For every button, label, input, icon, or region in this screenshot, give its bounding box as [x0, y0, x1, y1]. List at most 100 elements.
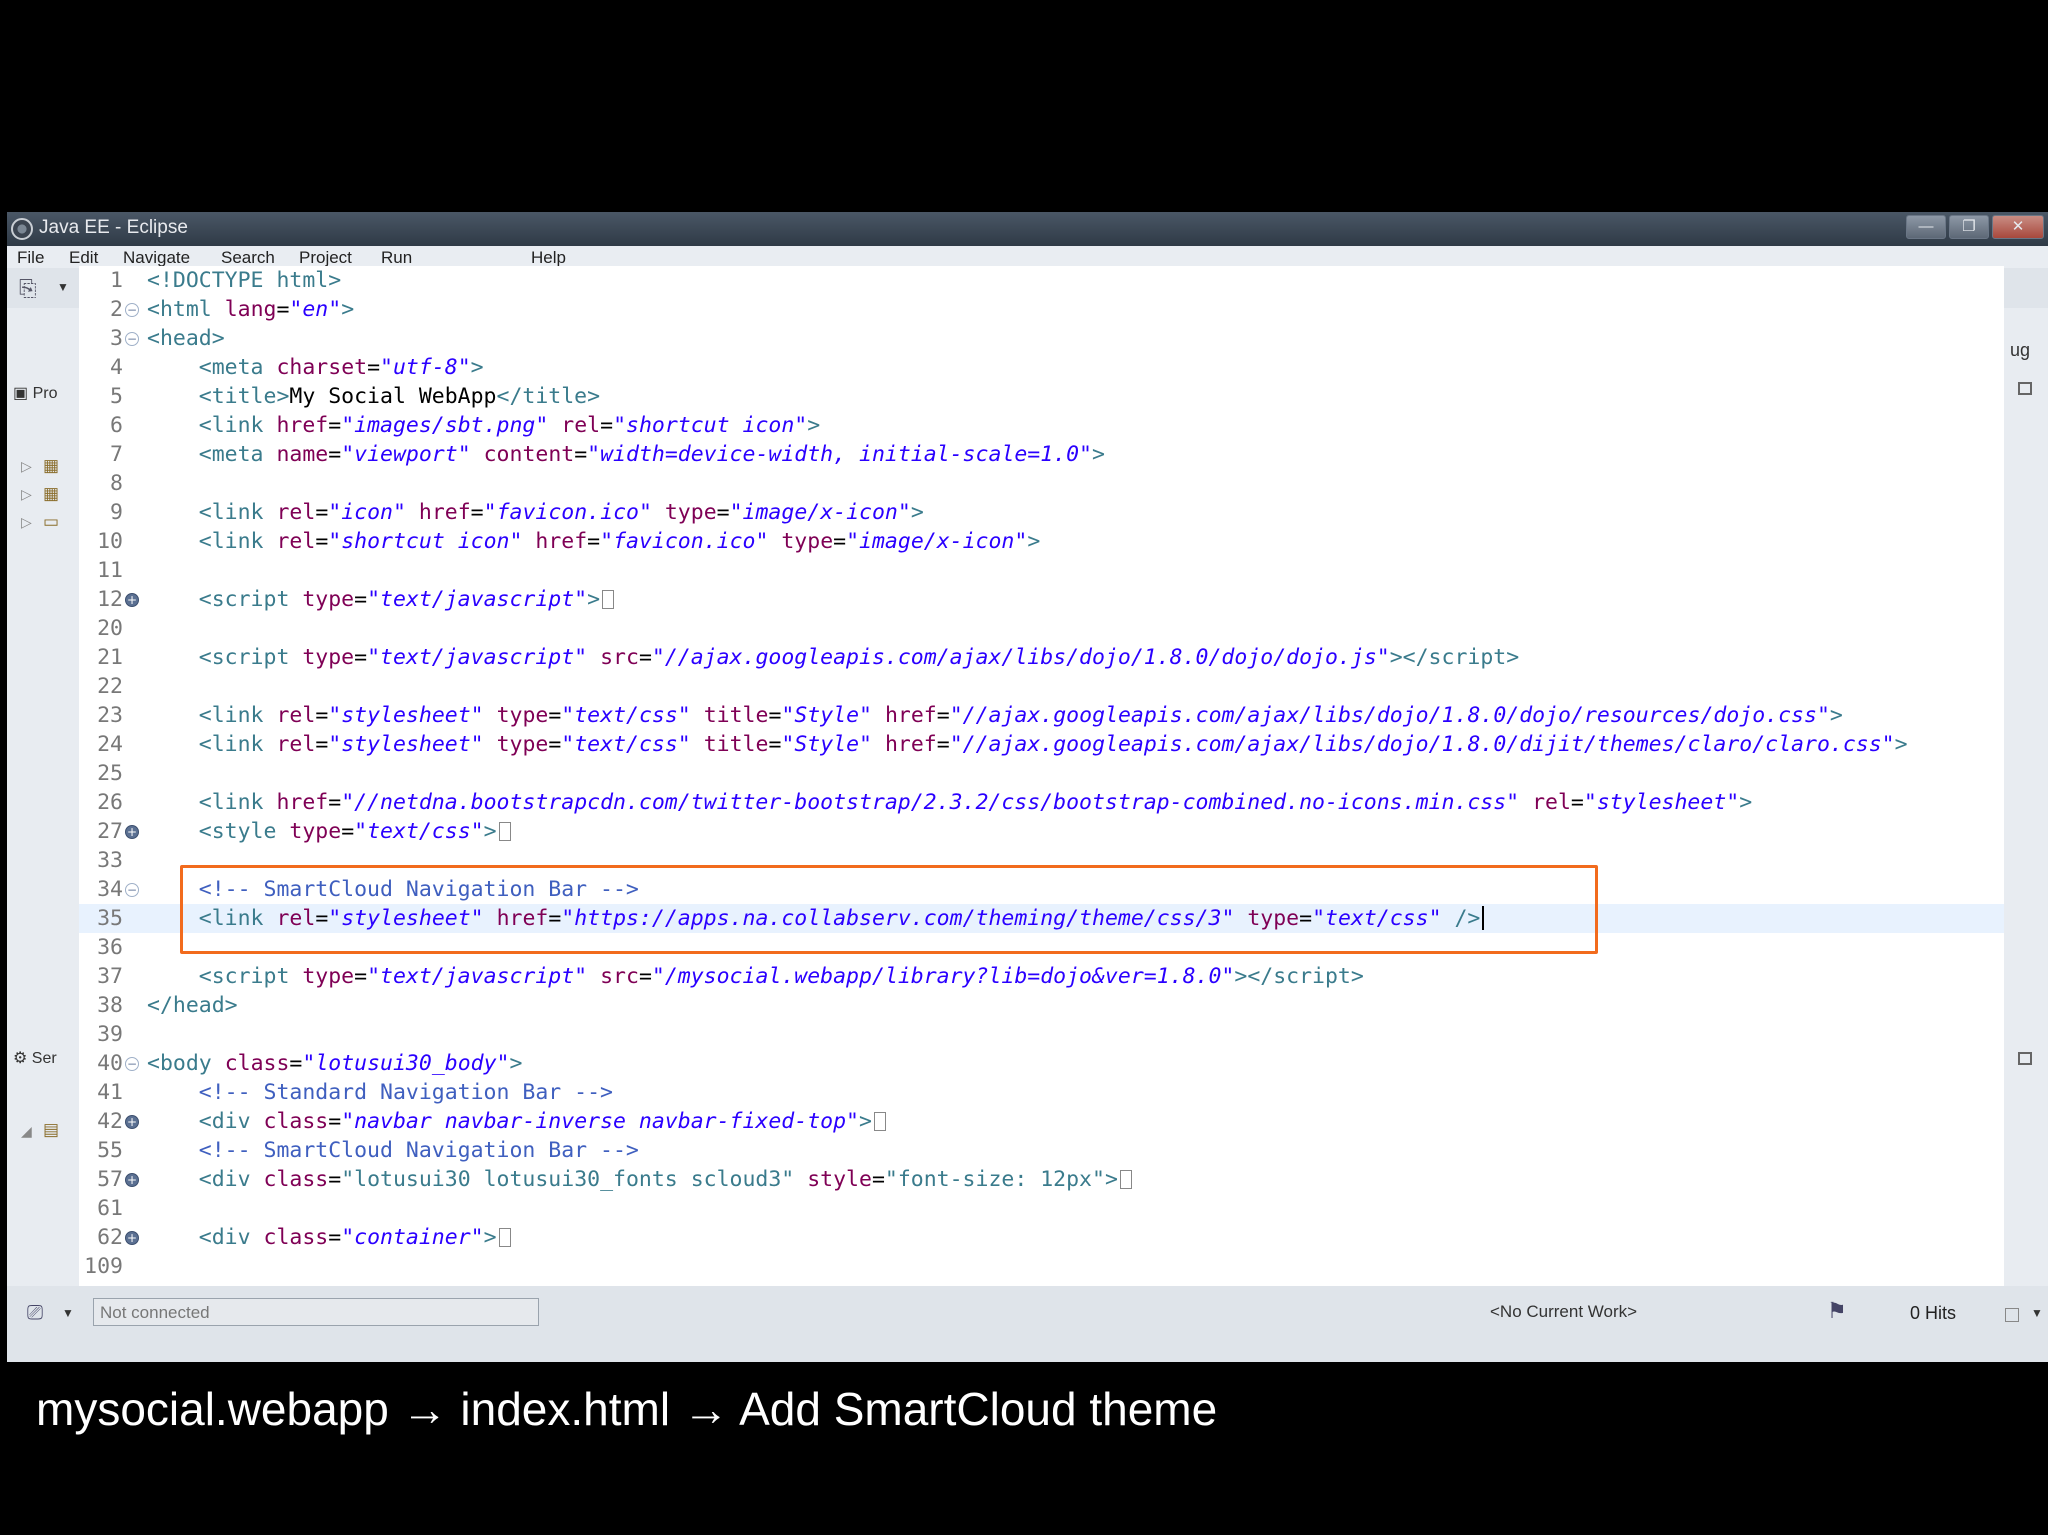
connection-icon[interactable]: ⎚: [27, 1302, 43, 1325]
line-number: 9: [110, 500, 123, 525]
expand-fold-icon[interactable]: +: [125, 825, 139, 839]
folded-code-icon[interactable]: [498, 822, 511, 841]
minimize-button[interactable]: —: [1906, 215, 1946, 239]
code-line[interactable]: 5 <title>My Social WebApp</title>: [79, 382, 2004, 411]
code-line[interactable]: 8: [79, 469, 2004, 498]
code-line[interactable]: 9 <link rel="icon" href="favicon.ico" ty…: [79, 498, 2004, 527]
code-text: <div class="navbar navbar-inverse navbar…: [147, 1107, 886, 1136]
code-line[interactable]: 3− <head>: [79, 324, 2004, 353]
code-line[interactable]: 41 <!-- Standard Navigation Bar -->: [79, 1078, 2004, 1107]
code-line[interactable]: 26 <link href="//netdna.bootstrapcdn.com…: [79, 788, 2004, 817]
line-number: 7: [110, 442, 123, 467]
code-line[interactable]: 42 + <div class="navbar navbar-inverse na…: [79, 1107, 2004, 1136]
menu-run[interactable]: Run: [381, 248, 412, 268]
maximize-button[interactable]: ❐: [1949, 215, 1989, 239]
tree-expand-icon[interactable]: ▷: [21, 514, 32, 531]
code-line[interactable]: 27 + <style type="text/css">: [79, 817, 2004, 846]
folded-code-icon[interactable]: [498, 1228, 511, 1247]
code-text: <link rel="stylesheet" type="text/css" t…: [198, 732, 1908, 757]
menu-project[interactable]: Project: [299, 248, 352, 268]
servers-tab[interactable]: ⚙ Ser: [13, 1048, 57, 1068]
new-file-icon[interactable]: ⎘: [19, 276, 37, 302]
task-icon[interactable]: ⚑: [1827, 1298, 1847, 1324]
restore-view-icon[interactable]: [2018, 1052, 2032, 1065]
chevron-down-icon[interactable]: ▼: [57, 280, 69, 294]
code-line[interactable]: 2− <html lang="en">: [79, 295, 2004, 324]
menu-edit[interactable]: Edit: [69, 248, 98, 268]
line-number: 5: [110, 384, 123, 409]
code-line[interactable]: 25: [79, 759, 2004, 788]
folded-code-icon[interactable]: [602, 590, 615, 609]
line-number: 27: [97, 819, 123, 844]
code-line[interactable]: 39: [79, 1020, 2004, 1049]
code-line[interactable]: 12 + <script type="text/javascript">: [79, 585, 2004, 614]
code-line[interactable]: 21 <script type="text/javascript" src="/…: [79, 643, 2004, 672]
collapse-fold-icon[interactable]: −: [125, 883, 139, 897]
expand-fold-icon[interactable]: +: [125, 1173, 139, 1187]
left-panel: ▣ Pro ▷ ▦ ▷ ▦ ▷ ▭ ⚙ Ser ◢ ▤: [7, 308, 79, 1298]
code-line[interactable]: 20: [79, 614, 2004, 643]
code-line[interactable]: 23 <link rel="stylesheet" type="text/css…: [79, 701, 2004, 730]
code-line[interactable]: 1 <!DOCTYPE html>: [79, 266, 2004, 295]
line-number: 11: [97, 558, 123, 583]
close-button[interactable]: ✕: [1992, 215, 2044, 239]
tree-expand-icon[interactable]: ◢: [21, 1123, 32, 1140]
code-line[interactable]: 55 <!-- SmartCloud Navigation Bar -->: [79, 1136, 2004, 1165]
expand-fold-icon[interactable]: +: [125, 1115, 139, 1129]
code-text: <link rel="shortcut icon" href="favicon.…: [198, 529, 1041, 554]
checkbox-icon[interactable]: [2005, 1308, 2019, 1322]
code-line[interactable]: 7 <meta name="viewport" content="width=d…: [79, 440, 2004, 469]
collapse-fold-icon[interactable]: −: [125, 1057, 139, 1071]
code-text: <body class="lotusui30_body">: [147, 1051, 523, 1076]
line-number: 42: [97, 1109, 123, 1134]
code-line[interactable]: 11: [79, 556, 2004, 585]
right-panel-tab[interactable]: ug: [2010, 340, 2030, 361]
code-text: <link href="//netdna.bootstrapcdn.com/tw…: [198, 790, 1753, 815]
expand-fold-icon[interactable]: +: [125, 593, 139, 607]
chevron-down-icon[interactable]: ▼: [62, 1306, 74, 1320]
line-number: 4: [110, 355, 123, 380]
code-line[interactable]: 37 <script type="text/javascript" src="/…: [79, 962, 2004, 991]
code-editor[interactable]: 1 <!DOCTYPE html> 2− <html lang="en"> 3− <hea…: [79, 266, 2004, 1286]
collapse-fold-icon[interactable]: −: [125, 332, 139, 346]
title-bar: Java EE - Eclipse — ❐ ✕: [7, 212, 2048, 246]
menu-navigate[interactable]: Navigate: [123, 248, 190, 268]
project-explorer-tab[interactable]: ▣ Pro: [13, 383, 57, 403]
code-line[interactable]: 61: [79, 1194, 2004, 1223]
menu-help[interactable]: Help: [531, 248, 566, 268]
code-line[interactable]: 24 <link rel="stylesheet" type="text/css…: [79, 730, 2004, 759]
window-title: Java EE - Eclipse: [39, 217, 188, 238]
folded-code-icon[interactable]: [1119, 1170, 1132, 1189]
code-line[interactable]: 57 + <div class="lotusui30 lotusui30_font…: [79, 1165, 2004, 1194]
folded-code-icon[interactable]: [873, 1112, 886, 1131]
code-text: <link rel="icon" href="favicon.ico" type…: [198, 500, 924, 525]
code-text: <script type="text/javascript" src="//aj…: [198, 645, 1520, 670]
line-number: 21: [97, 645, 123, 670]
connection-status-field[interactable]: Not connected: [93, 1298, 539, 1326]
code-line[interactable]: 22: [79, 672, 2004, 701]
restore-view-icon[interactable]: [2018, 382, 2032, 395]
line-number: 39: [97, 1022, 123, 1047]
menu-search[interactable]: Search: [221, 248, 275, 268]
code-line[interactable]: 62 + <div class="container">: [79, 1223, 2004, 1252]
expand-fold-icon[interactable]: +: [125, 1231, 139, 1245]
code-text: <div class="container">: [147, 1223, 511, 1252]
status-bar: ⎚ ▼ Not connected <No Current Work> ⚑ 0 …: [7, 1286, 2048, 1362]
eclipse-logo-icon: [11, 218, 33, 240]
code-line[interactable]: 4 <meta charset="utf-8">: [79, 353, 2004, 382]
collapse-fold-icon[interactable]: −: [125, 303, 139, 317]
code-line[interactable]: 109: [79, 1252, 2004, 1281]
line-number: 20: [97, 616, 123, 641]
server-icon: ▤: [43, 1120, 60, 1139]
tree-expand-icon[interactable]: ▷: [21, 458, 32, 475]
chevron-down-icon[interactable]: ▼: [2031, 1306, 2043, 1320]
menu-file[interactable]: File: [17, 248, 44, 268]
code-line[interactable]: 38 </head>: [79, 991, 2004, 1020]
tree-expand-icon[interactable]: ▷: [21, 486, 32, 503]
code-text: <script type="text/javascript" src="/mys…: [198, 964, 1364, 989]
current-work-label[interactable]: <No Current Work>: [1490, 1302, 1637, 1322]
code-line[interactable]: 40− <body class="lotusui30_body">: [79, 1049, 2004, 1078]
code-line[interactable]: 6 <link href="images/sbt.png" rel="short…: [79, 411, 2004, 440]
project-icon: ▦: [43, 484, 60, 503]
code-line[interactable]: 10 <link rel="shortcut icon" href="favic…: [79, 527, 2004, 556]
